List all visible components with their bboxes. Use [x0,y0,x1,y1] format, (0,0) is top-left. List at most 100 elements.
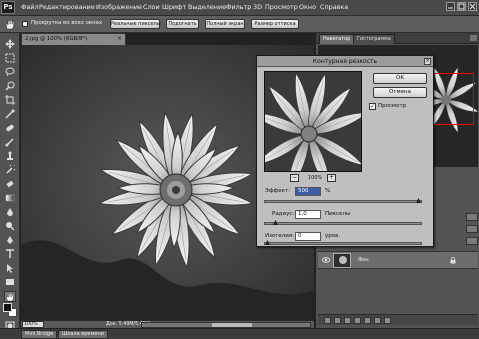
type-tool[interactable] [5,249,15,259]
menu-image[interactable]: Изображение [96,3,142,11]
ok-button[interactable]: OK [373,73,427,84]
scrollbar-thumb[interactable] [212,323,252,327]
scroll-all-windows-checkbox[interactable] [22,21,28,27]
quick-select-icon [5,81,15,91]
cancel-button[interactable]: Отмена [373,87,427,98]
bottom-panel-tabs: Mini Bridge Шкала времени [0,328,479,339]
panel-side-button[interactable] [466,213,478,221]
tab-mini-bridge[interactable]: Mini Bridge [21,330,58,339]
close-icon [469,3,476,10]
type-icon [6,249,14,258]
close-button[interactable] [468,2,477,11]
filter-preview[interactable] [264,71,362,172]
tab-timeline[interactable]: Шкала времени [58,330,108,339]
gradient-tool[interactable] [5,193,15,203]
menu-layers[interactable]: Слои [143,3,160,11]
tools-panel [0,33,20,339]
preview-zoom-percent: 100% [308,175,323,181]
menu-file[interactable]: Файл [21,3,39,11]
threshold-slider-thumb[interactable] [265,240,270,246]
preview-label: Просмотр [378,103,407,109]
tab-histogram[interactable]: Гистограмма [353,34,395,44]
dodge-tool[interactable] [5,221,15,231]
tab-navigator[interactable]: Навигатор [319,34,355,44]
new-group-icon[interactable] [364,317,371,324]
link-layers-icon[interactable] [324,317,331,324]
amount-field[interactable]: 500 [295,187,321,196]
layer-row-background[interactable]: Фон [318,251,478,269]
radius-field[interactable]: 1,0 [295,210,321,219]
foreground-color-swatch[interactable] [3,303,12,312]
trash-icon[interactable] [384,317,391,324]
menu-filter[interactable]: Фильтр [226,3,251,11]
clone-stamp-tool[interactable] [5,151,15,161]
panel-tabs: Навигатор Гистограмма [316,33,479,44]
threshold-field[interactable]: 0 [295,232,321,241]
maximize-icon [458,3,465,10]
zoom-in-button[interactable]: + [327,174,336,182]
menu-window[interactable]: Окно [299,3,316,11]
menu-help[interactable]: Справка [320,3,348,11]
tab-close-icon[interactable]: × [117,34,122,44]
radius-slider[interactable] [264,220,422,226]
zoom-out-button[interactable]: − [290,174,299,182]
new-layer-icon[interactable] [374,317,381,324]
threshold-slider[interactable] [264,240,422,246]
pen-tool[interactable] [5,235,15,245]
panel-side-button[interactable] [466,225,478,233]
menu-view[interactable]: Просмотр [265,3,298,11]
blur-tool[interactable] [5,207,15,217]
threshold-unit: уров. [325,233,341,239]
preview-checkbox[interactable]: ✓ [369,103,376,110]
radius-label: Радиус: [272,211,295,217]
lasso-tool[interactable] [5,67,15,77]
checkmark-icon: ✓ [370,103,376,110]
dialog-close-icon[interactable]: × [424,58,431,65]
menu-3d[interactable]: 3D [253,3,262,11]
move-tool[interactable] [5,39,15,49]
maximize-button[interactable] [457,2,466,11]
panel-side-button[interactable] [466,237,478,245]
menu-select[interactable]: Выделение [188,3,226,11]
history-brush-tool[interactable] [5,163,17,175]
layer-name: Фон [358,257,369,263]
hand-tool[interactable] [4,291,16,302]
bandage-icon [6,124,14,132]
eye-icon[interactable] [322,257,330,263]
zoom-level-field[interactable]: 100% [22,321,44,328]
brush-tool[interactable] [5,137,15,147]
fit-screen-button[interactable]: Подогнать [166,19,199,29]
panel-menu-icon[interactable] [470,35,477,41]
eyedropper-tool[interactable] [5,109,15,119]
options-bar: Прокрутка во всех окнах Реальные пикселы… [0,16,479,33]
print-size-button[interactable]: Размер оттиска [251,19,299,29]
minimize-icon [448,7,453,9]
minimize-button[interactable] [446,2,455,11]
actual-pixels-button[interactable]: Реальные пикселы [110,19,161,29]
document-tab[interactable]: 2.jpg @ 100% (RGB/8*) × [21,33,126,45]
menu-type[interactable]: Шрифт [162,3,186,11]
radius-slider-thumb[interactable] [272,220,278,226]
adjustment-layer-icon[interactable] [354,317,361,324]
path-selection-tool[interactable] [5,263,15,273]
gradient-icon [5,194,15,202]
amount-slider-thumb[interactable] [416,198,421,204]
unsharp-mask-dialog: Контурная резкость × − 100% + OK Отмена … [256,55,434,247]
marquee-tool[interactable] [5,53,15,63]
history-brush-icon [6,163,17,174]
layer-style-icon[interactable] [334,317,341,324]
crop-tool[interactable] [5,95,15,105]
rectangle-icon [6,279,14,285]
quick-select-tool[interactable] [5,81,15,91]
droplet-icon [7,208,13,216]
marquee-icon [5,53,15,63]
eraser-tool[interactable] [5,179,15,189]
amount-slider[interactable] [264,198,422,204]
fill-screen-button[interactable]: Полный экран [205,19,245,29]
lock-icon [450,257,456,264]
healing-brush-tool[interactable] [5,123,15,133]
dodge-icon [6,222,15,231]
menu-edit[interactable]: Редактирование [39,3,95,11]
shape-tool[interactable] [5,277,15,287]
add-mask-icon[interactable] [344,317,351,324]
